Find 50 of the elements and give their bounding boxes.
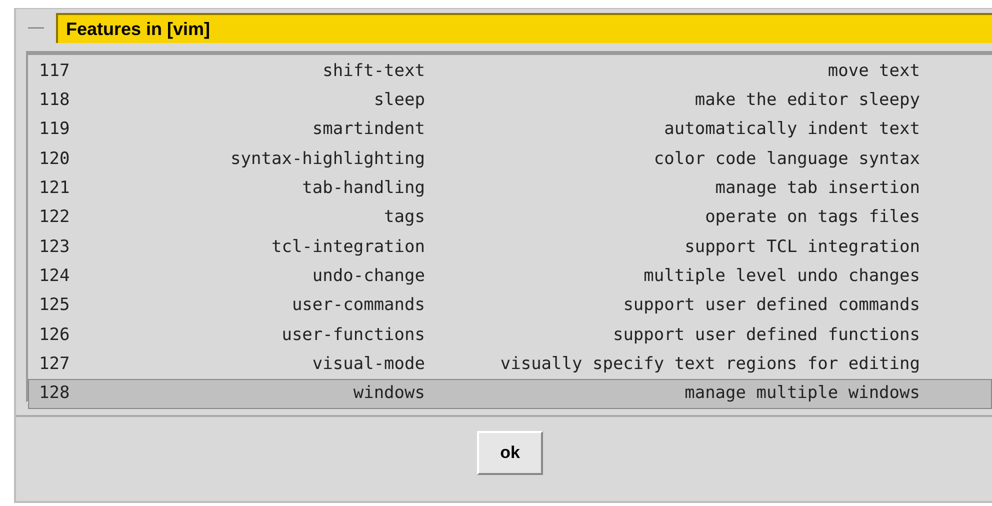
feature-number: 124: [38, 264, 71, 288]
feature-number: 121: [38, 177, 71, 200]
feature-name: user-commands: [290, 294, 425, 318]
feature-name: smartindent: [311, 118, 425, 142]
feature-number: 122: [38, 206, 71, 230]
feature-description: support user defined functions: [612, 324, 920, 347]
feature-row[interactable]: 127 visual-mode visually specify text regions for editing: [28, 350, 992, 380]
feature-description: support TCL integration: [684, 236, 920, 259]
feature-number: 125: [38, 294, 71, 318]
window-title: Features in [vim]: [56, 13, 992, 43]
feature-description: manage multiple windows: [684, 382, 920, 406]
feature-description: move text: [826, 60, 920, 83]
feature-name: syntax-highlighting: [230, 148, 425, 171]
feature-row[interactable]: 124 undo-change multiple level undo changes: [28, 262, 992, 292]
feature-row[interactable]: 118 sleep make the editor sleepy: [28, 86, 992, 116]
feature-row[interactable]: 119 smartindent automatically indent text: [28, 116, 992, 145]
ok-button[interactable]: ok: [477, 431, 543, 475]
feature-row[interactable]: 125 user-commands support user defined commands: [28, 291, 992, 321]
feature-row[interactable]: 121 tab-handling manage tab insertion: [28, 174, 992, 204]
feature-row[interactable]: 123 tcl-integration support TCL integration: [28, 232, 992, 262]
feature-number: 119: [38, 118, 71, 142]
feature-name: tab-handling: [301, 177, 425, 200]
feature-name: windows: [352, 382, 425, 406]
feature-row[interactable]: 120 syntax-highlighting color code language syntax: [28, 144, 992, 174]
feature-description: make the editor sleepy: [694, 89, 920, 112]
feature-description: multiple level undo changes: [642, 264, 920, 288]
feature-number: 117: [38, 60, 71, 83]
feature-row[interactable]: 117 shift-text move text: [28, 57, 992, 86]
feature-description: operate on tags files: [704, 206, 920, 230]
feature-row[interactable]: 128 windows manage multiple windows: [28, 379, 992, 409]
feature-number: 126: [38, 324, 71, 347]
feature-number: 118: [38, 89, 71, 112]
feature-description: visually specify text regions for editing: [499, 352, 920, 376]
feature-name: tags: [383, 206, 425, 230]
feature-name: shift-text: [322, 60, 425, 83]
feature-number: 120: [38, 148, 71, 171]
feature-number: 123: [38, 236, 71, 259]
feature-description: automatically indent text: [663, 118, 920, 142]
feature-name: sleep: [372, 89, 425, 112]
feature-number: 128: [38, 382, 71, 406]
feature-name: tcl-integration: [270, 236, 425, 259]
feature-row[interactable]: 122 tags operate on tags files: [28, 203, 992, 233]
feature-description: support user defined commands: [622, 294, 920, 318]
feature-row[interactable]: 126 user-functions support user defined functions: [28, 320, 992, 350]
feature-name: visual-mode: [311, 352, 425, 376]
feature-description: manage tab insertion: [714, 177, 920, 200]
feature-description: color code language syntax: [652, 148, 920, 171]
feature-name: undo-change: [311, 264, 425, 288]
feature-name: user-functions: [280, 324, 425, 347]
feature-number: 127: [38, 352, 71, 376]
